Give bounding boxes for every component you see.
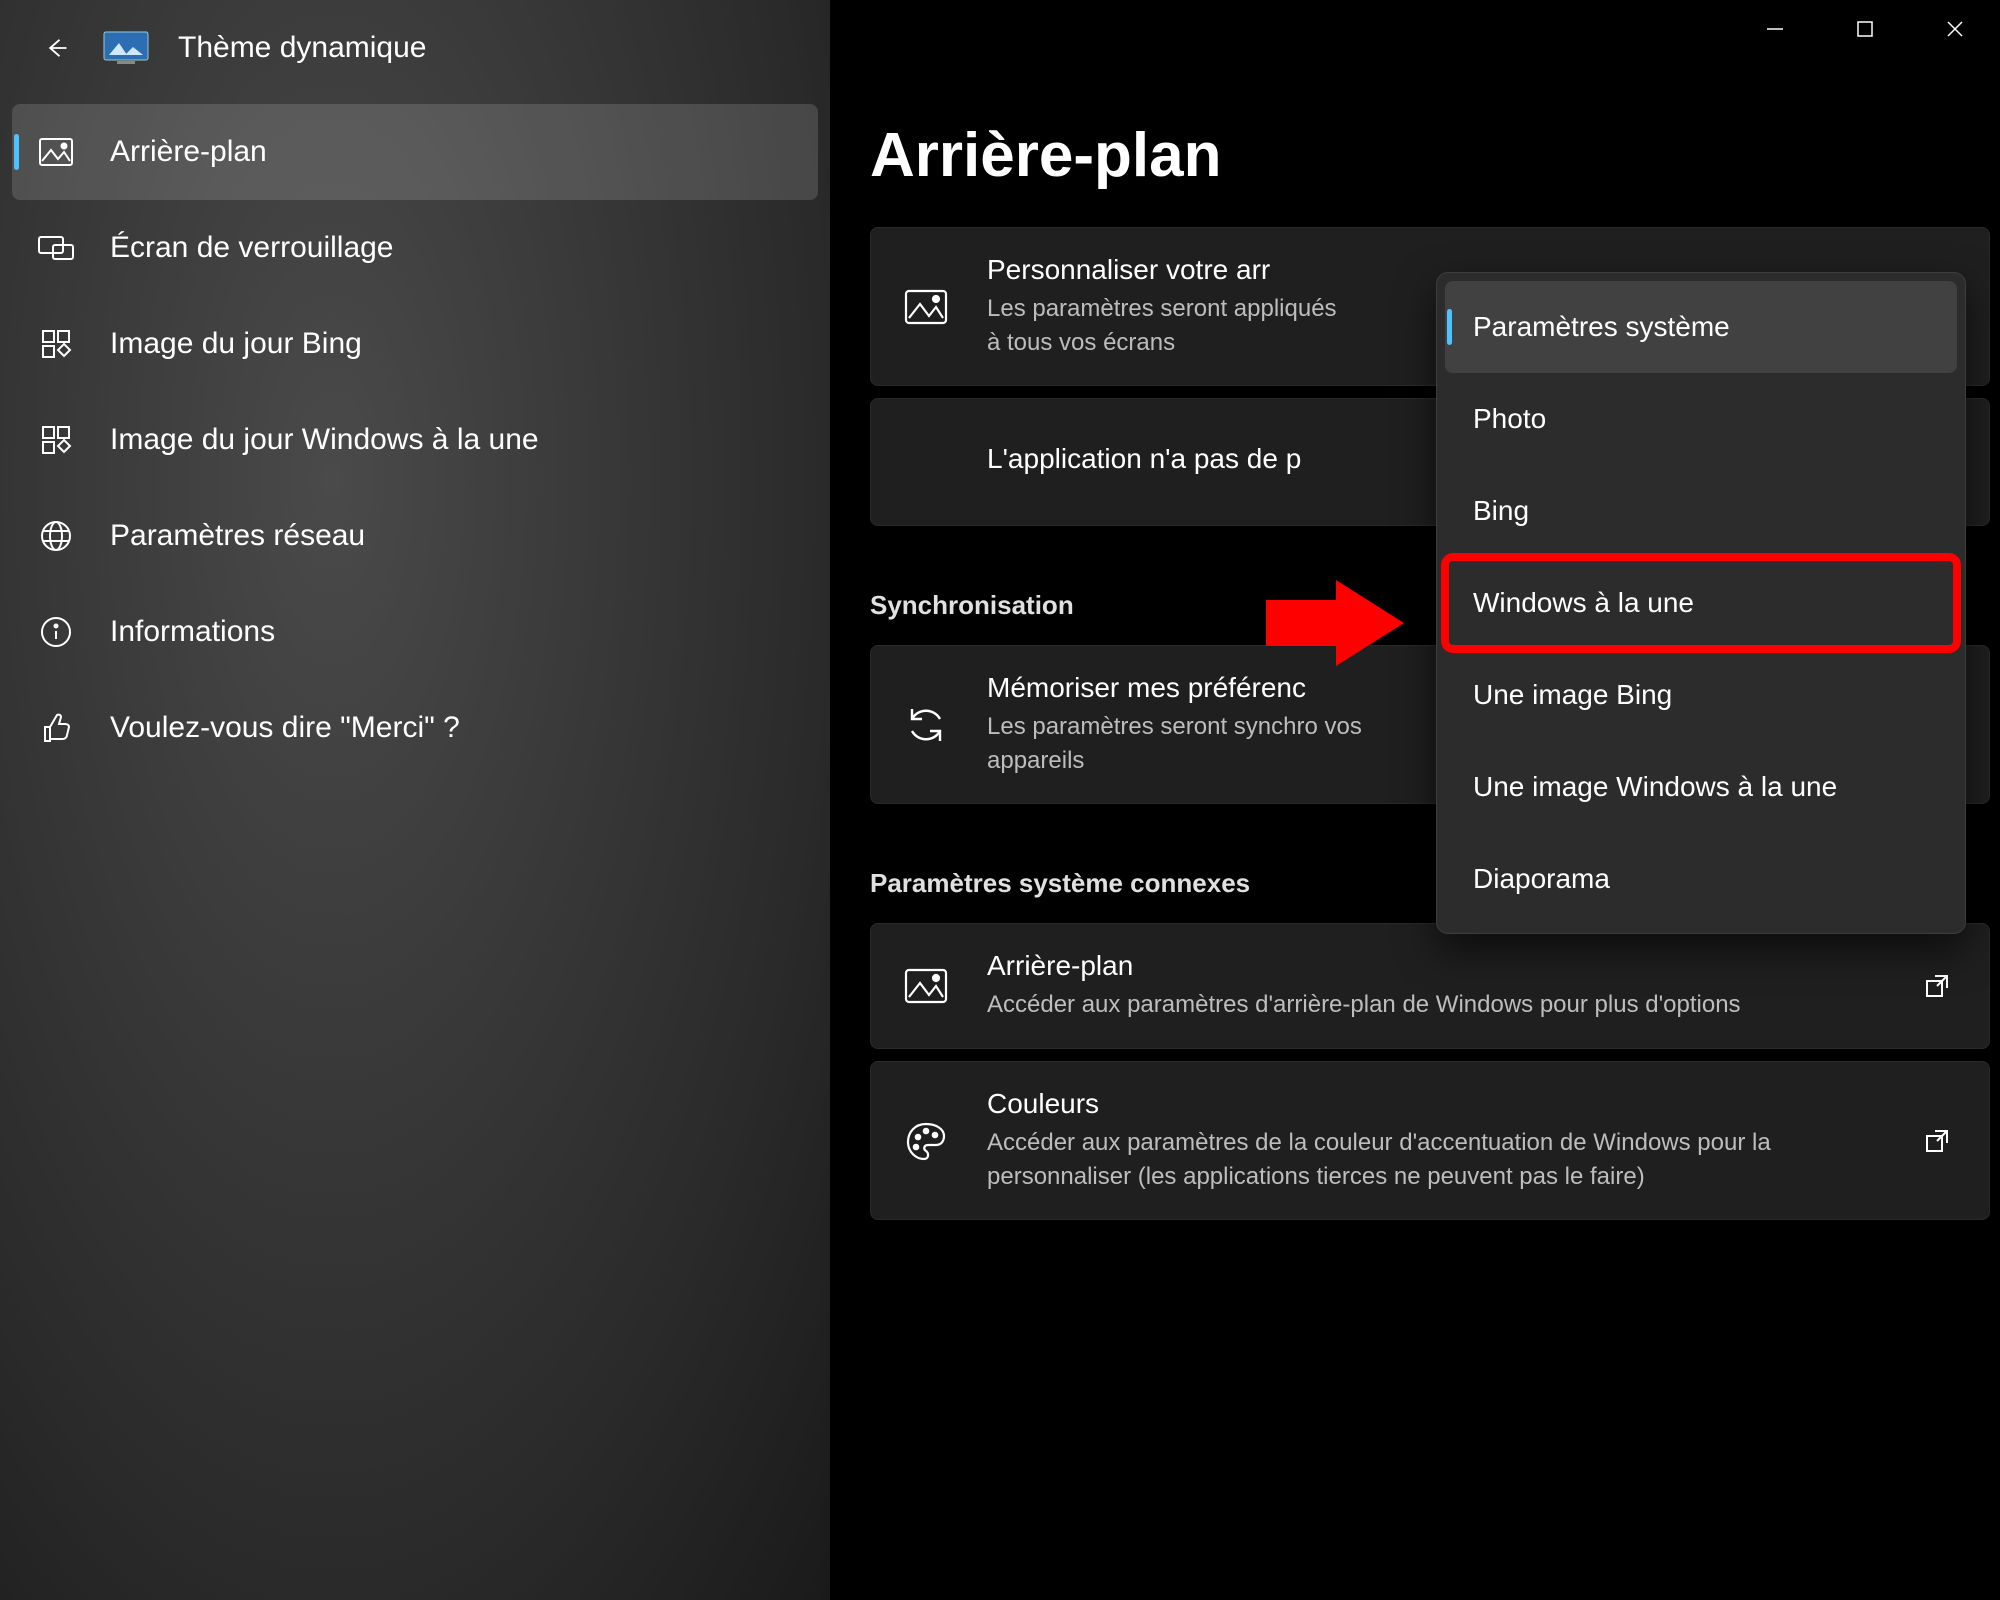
- card-subtitle: Accéder aux paramètres de la couleur d'a…: [987, 1126, 1879, 1193]
- sidebar-item-label: Informations: [110, 615, 275, 649]
- apps-icon: [36, 420, 76, 460]
- palette-icon: [901, 1116, 951, 1166]
- dropdown-item-label: Une image Bing: [1473, 679, 1672, 711]
- picture-icon: [901, 961, 951, 1011]
- system-background-card[interactable]: Arrière-plan Accéder aux paramètres d'ar…: [870, 923, 1990, 1049]
- sidebar-item-label: Arrière-plan: [110, 135, 267, 169]
- close-button[interactable]: [1910, 0, 2000, 58]
- background-type-dropdown: Paramètres système Photo Bing Windows à …: [1436, 272, 1966, 934]
- dropdown-item-slideshow[interactable]: Diaporama: [1445, 833, 1957, 925]
- sidebar-item-lockscreen[interactable]: Écran de verrouillage: [12, 200, 818, 296]
- globe-icon: [36, 516, 76, 556]
- dropdown-item-label: Diaporama: [1473, 863, 1610, 895]
- app-icon: [102, 30, 150, 66]
- main-pane: Arrière-plan Personnaliser votre arr Les…: [830, 0, 2000, 1600]
- titlebar-controls: [1730, 0, 2000, 58]
- dropdown-item-photo[interactable]: Photo: [1445, 373, 1957, 465]
- dropdown-item-one-spotlight-image[interactable]: Une image Windows à la une: [1445, 741, 1957, 833]
- card-title: Couleurs: [987, 1088, 1879, 1120]
- sidebar-item-label: Image du jour Bing: [110, 327, 362, 361]
- dropdown-item-label: Bing: [1473, 495, 1529, 527]
- dropdown-item-one-bing-image[interactable]: Une image Bing: [1445, 649, 1957, 741]
- card-subtitle: Accéder aux paramètres d'arrière-plan de…: [987, 988, 1879, 1022]
- app-title: Thème dynamique: [178, 31, 426, 65]
- sidebar-header: Thème dynamique: [0, 18, 830, 94]
- sidebar-item-bing-daily[interactable]: Image du jour Bing: [12, 296, 818, 392]
- back-button[interactable]: [38, 30, 74, 66]
- sidebar-item-label: Image du jour Windows à la une: [110, 423, 539, 457]
- sidebar: Thème dynamique Arrière-plan Écran de ve…: [0, 0, 830, 1600]
- open-external-icon[interactable]: [1915, 964, 1959, 1008]
- sidebar-item-windows-spotlight-daily[interactable]: Image du jour Windows à la une: [12, 392, 818, 488]
- apps-icon: [36, 324, 76, 364]
- annotation-arrow-icon: [1266, 578, 1406, 668]
- monitors-icon: [36, 228, 76, 268]
- minimize-button[interactable]: [1730, 0, 1820, 58]
- sidebar-item-background[interactable]: Arrière-plan: [12, 104, 818, 200]
- sidebar-nav: Arrière-plan Écran de verrouillage I: [0, 94, 830, 776]
- card-text: Arrière-plan Accéder aux paramètres d'ar…: [987, 950, 1879, 1022]
- sidebar-item-label: Écran de verrouillage: [110, 231, 394, 265]
- card-text: Couleurs Accéder aux paramètres de la co…: [987, 1088, 1879, 1193]
- thumbs-up-icon: [36, 708, 76, 748]
- picture-icon: [901, 282, 951, 332]
- dropdown-item-bing[interactable]: Bing: [1445, 465, 1957, 557]
- sidebar-item-network[interactable]: Paramètres réseau: [12, 488, 818, 584]
- dropdown-item-windows-spotlight[interactable]: Windows à la une: [1445, 557, 1957, 649]
- open-external-icon[interactable]: [1915, 1119, 1959, 1163]
- card-title: Arrière-plan: [987, 950, 1879, 982]
- dropdown-item-label: Paramètres système: [1473, 311, 1730, 343]
- dropdown-item-label: Windows à la une: [1473, 587, 1694, 619]
- sidebar-item-label: Voulez-vous dire "Merci" ?: [110, 711, 460, 745]
- sidebar-item-thanks[interactable]: Voulez-vous dire "Merci" ?: [12, 680, 818, 776]
- sidebar-item-label: Paramètres réseau: [110, 519, 365, 553]
- dropdown-item-label: Une image Windows à la une: [1473, 771, 1837, 803]
- card-subtitle: Les paramètres seront synchro vos appare…: [987, 710, 1397, 777]
- picture-icon: [36, 132, 76, 172]
- sidebar-item-info[interactable]: Informations: [12, 584, 818, 680]
- card-subtitle: Les paramètres seront appliqués à tous v…: [987, 292, 1347, 359]
- dropdown-item-system-settings[interactable]: Paramètres système: [1445, 281, 1957, 373]
- info-icon: [36, 612, 76, 652]
- sync-icon: [901, 700, 951, 750]
- system-colors-card[interactable]: Couleurs Accéder aux paramètres de la co…: [870, 1061, 1990, 1220]
- dropdown-item-label: Photo: [1473, 403, 1546, 435]
- maximize-button[interactable]: [1820, 0, 1910, 58]
